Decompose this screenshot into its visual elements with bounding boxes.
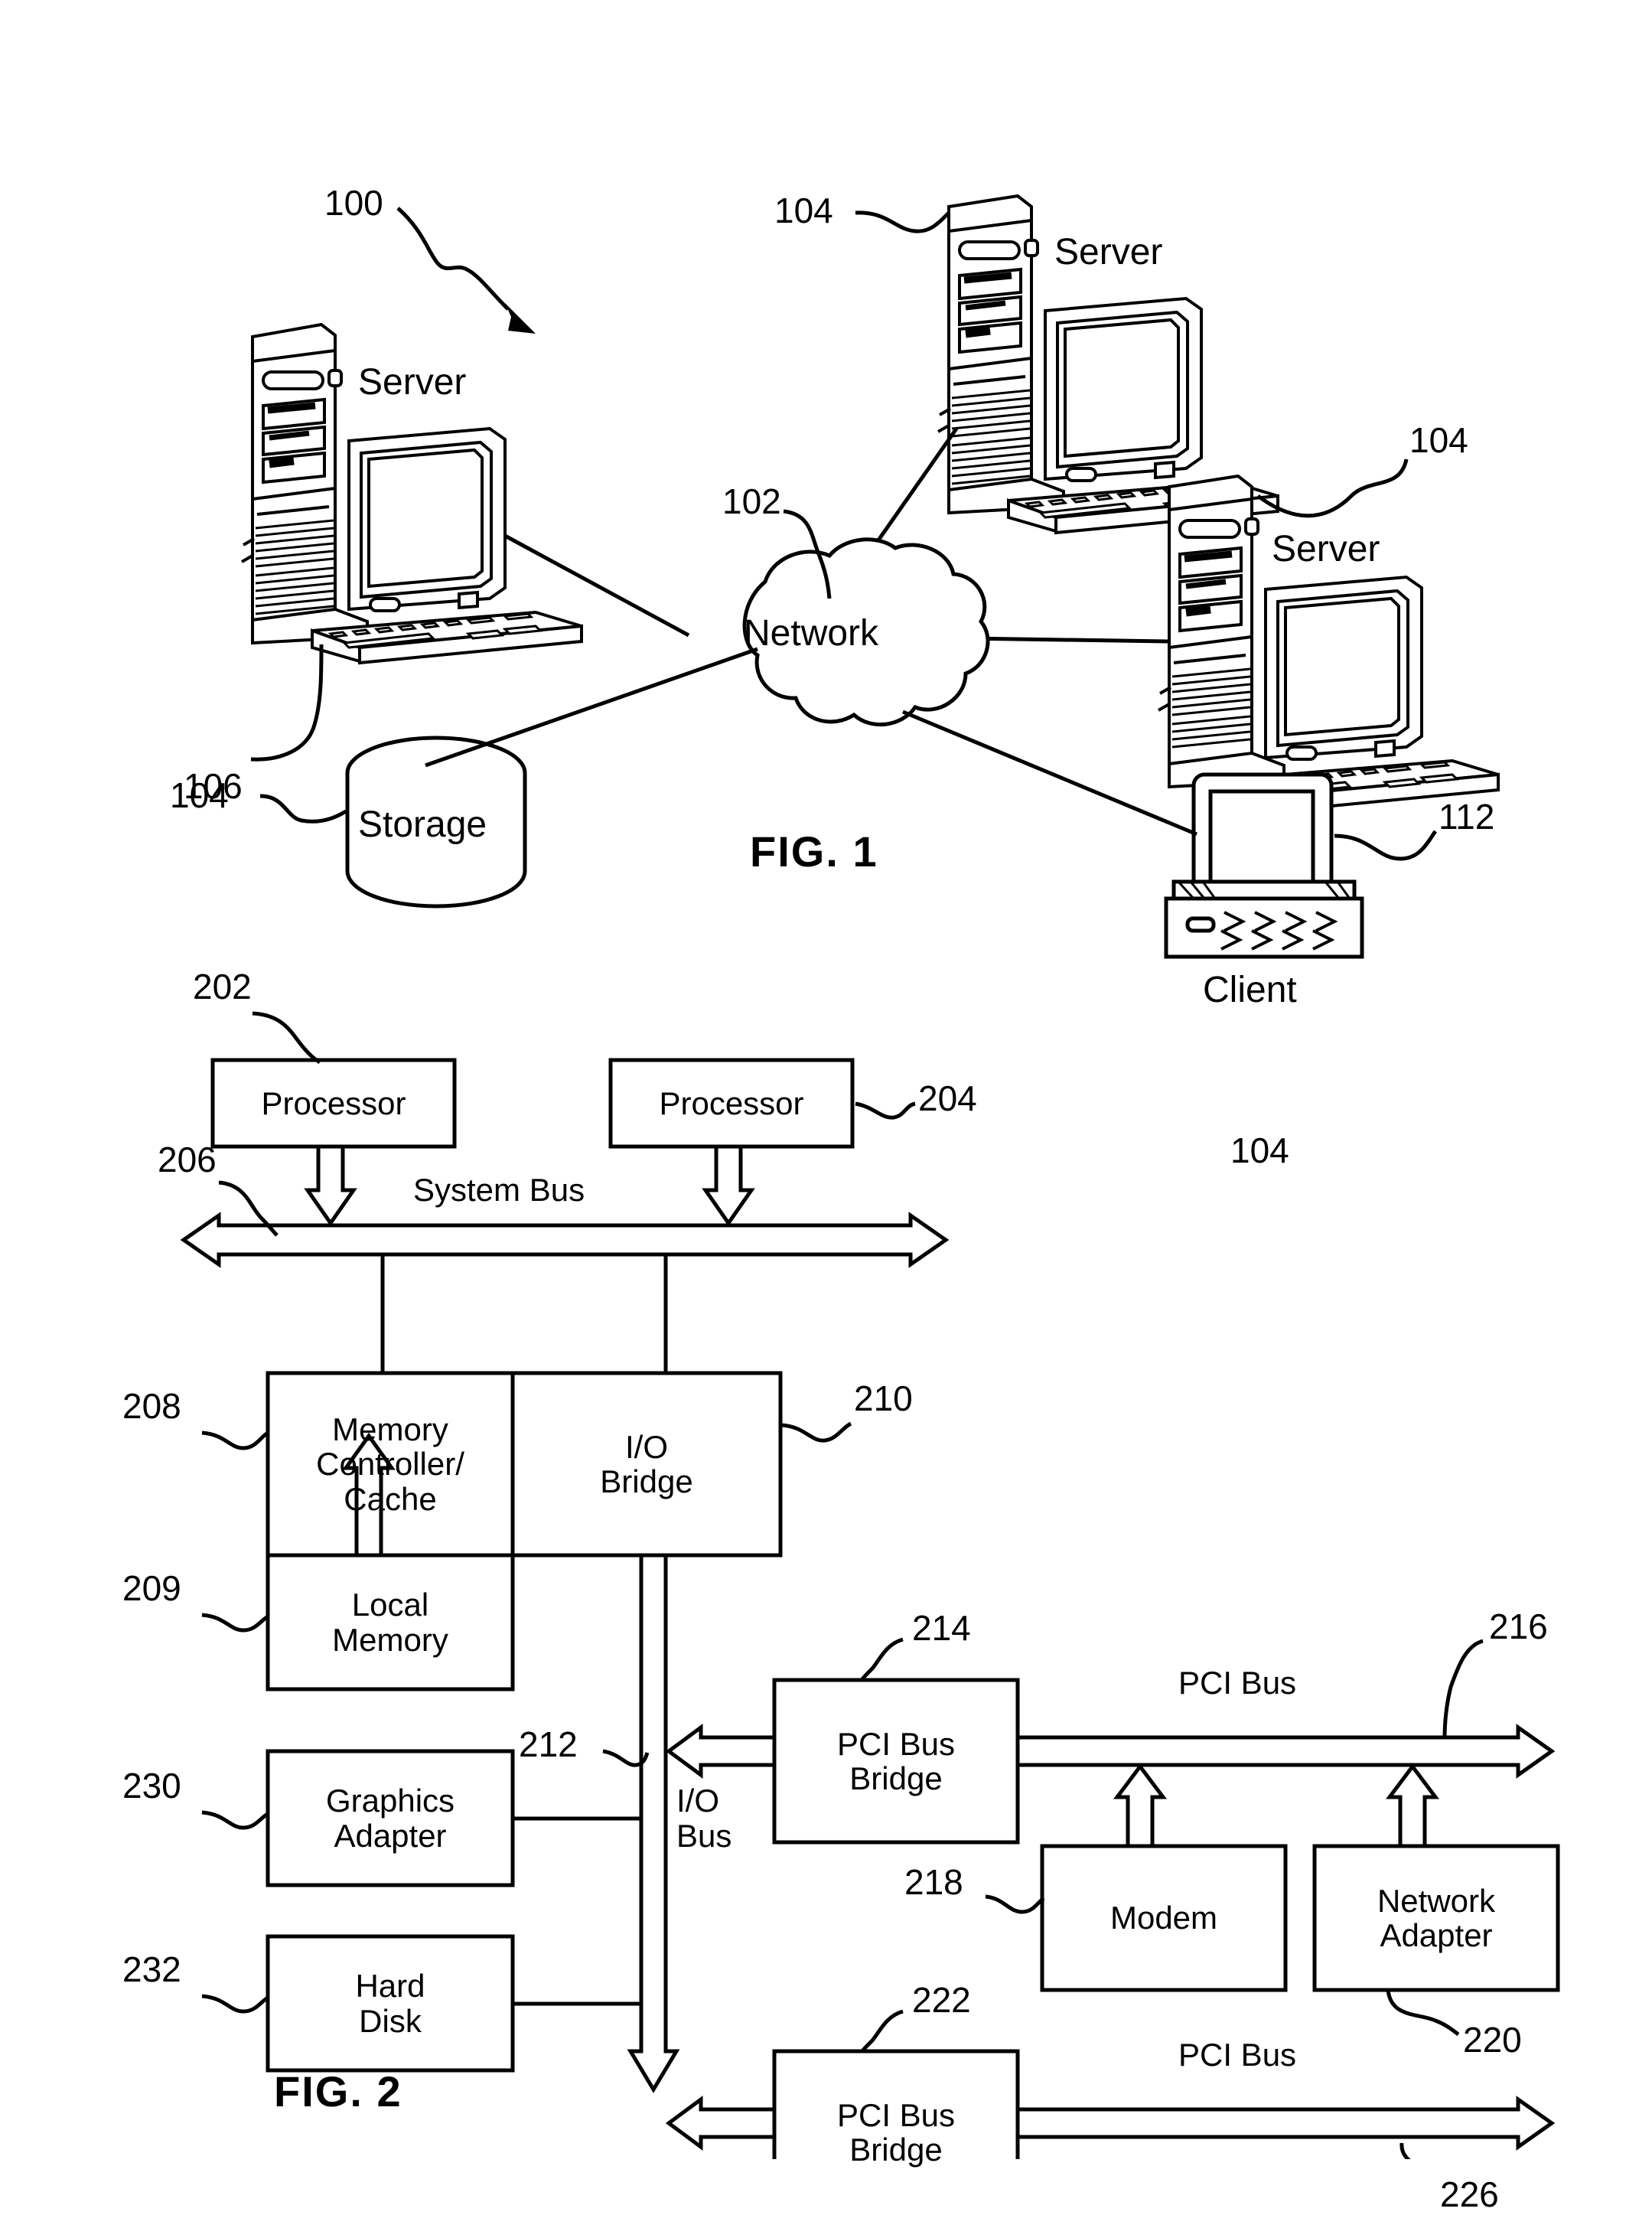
ref-label-232: 232 [122, 1949, 181, 1989]
pci-bus-2-label: PCI Bus [1178, 2037, 1297, 2073]
ref-label-100: 100 [324, 183, 383, 223]
ref-204-leader [855, 1101, 916, 1120]
server-topright-label: Server [1054, 232, 1163, 272]
ref-label-226: 226 [1440, 2174, 1499, 2214]
ref-label-104-topright: 104 [774, 191, 833, 230]
link-storage-network [425, 647, 758, 768]
server-left-label: Server [358, 362, 467, 403]
ref-112-leader [1334, 830, 1438, 861]
ref-104-right-leader [1256, 458, 1409, 518]
pci-bridge-2-label: PCI Bus Bridge [836, 2096, 956, 2168]
modem-label: Modem [1109, 1900, 1218, 1936]
ref-202-leader [252, 1011, 321, 1065]
ref-label-220: 220 [1463, 2020, 1522, 2060]
fig1-caption: FIG. 1 [750, 827, 878, 876]
ref-106-leader [259, 794, 347, 824]
client-icon [1164, 772, 1364, 959]
ref-label-104-fig2: 104 [1230, 1130, 1289, 1170]
link-network-client [902, 710, 1197, 837]
ref-216-leader [1442, 1639, 1484, 1740]
ref-label-216: 216 [1489, 1607, 1548, 1646]
hard-disk-label: Hard Disk [355, 1968, 425, 2039]
ref-100-leader [396, 207, 510, 311]
ref-214-leader [859, 1637, 904, 1682]
ref-220-leader [1386, 1989, 1460, 2037]
ref-label-209: 209 [122, 1568, 181, 1608]
arrow-netadapter-to-pcibus1 [1386, 1763, 1439, 1848]
ref-label-204: 204 [918, 1078, 977, 1118]
ref-104-left-leader [250, 644, 324, 762]
arrow-processor1-to-bus [304, 1144, 357, 1227]
ref-218-leader [985, 1894, 1045, 1914]
ref-104-topright-leader [855, 210, 950, 233]
network-adapter-label: Network Adapter [1377, 1882, 1496, 1953]
ref-100-arrowhead [505, 303, 536, 334]
ref-label-222: 222 [912, 1980, 971, 2020]
ref-209-leader [201, 1613, 269, 1633]
ref-210-leader [781, 1421, 852, 1443]
pci-bridge-1-label: PCI Bus Bridge [836, 1725, 956, 1796]
arrow-bridge2-to-iobus [665, 2096, 777, 2151]
ref-label-218: 218 [904, 1862, 963, 1902]
io-bus-label: I/O Bus [676, 1783, 732, 1855]
ref-232-leader [201, 1994, 269, 2014]
memory-controller-label: Memory Controller/ Cache [316, 1411, 464, 1517]
ref-label-230: 230 [122, 1766, 181, 1806]
bus-system [180, 1212, 950, 1268]
network-cloud-label: Network [744, 613, 879, 654]
ref-label-102: 102 [722, 481, 781, 521]
ref-label-202: 202 [193, 967, 252, 1006]
graphics-adapter-label: Graphics Adapter [325, 1783, 455, 1854]
ref-226-leader [1399, 2142, 1411, 2159]
patent-drawing-sheet: 100 Server 104 Server 104 Server 104 Net… [0, 0, 1652, 2214]
processor2-label: Processor [659, 1085, 804, 1121]
local-memory-label: Local Memory [332, 1587, 448, 1658]
arrow-bridge1-to-iobus [665, 1724, 777, 1779]
arrow-modem-to-pcibus1 [1113, 1763, 1167, 1848]
ref-label-212: 212 [519, 1724, 578, 1764]
processor1-label: Processor [261, 1085, 406, 1121]
server-right-label: Server [1272, 529, 1380, 569]
link-network-server-right [962, 636, 1170, 644]
storage-label: Storage [358, 804, 487, 845]
server-right-icon [1158, 474, 1500, 814]
io-bridge-label: I/O Bridge [600, 1428, 693, 1499]
ref-label-106: 106 [184, 766, 243, 806]
system-bus-label: System Bus [413, 1172, 585, 1208]
ref-label-214: 214 [912, 1608, 971, 1648]
pci-bus-1-label: PCI Bus [1178, 1665, 1297, 1701]
ref-230-leader [201, 1810, 269, 1830]
ref-label-112: 112 [1439, 797, 1495, 837]
ref-208-leader [201, 1430, 269, 1450]
fig2-caption: FIG. 2 [274, 2067, 402, 2116]
bus-pci-2 [1015, 2096, 1556, 2151]
bus-pci-1 [1015, 1724, 1556, 1779]
ref-label-104-right: 104 [1409, 420, 1468, 460]
bus-io [627, 1553, 680, 2093]
ref-label-206: 206 [158, 1140, 217, 1179]
ref-222-leader [859, 2009, 904, 2054]
ref-label-210: 210 [854, 1378, 913, 1418]
arrow-processor2-to-bus [702, 1144, 755, 1227]
client-label: Client [1203, 970, 1297, 1010]
ref-label-208: 208 [122, 1386, 181, 1426]
